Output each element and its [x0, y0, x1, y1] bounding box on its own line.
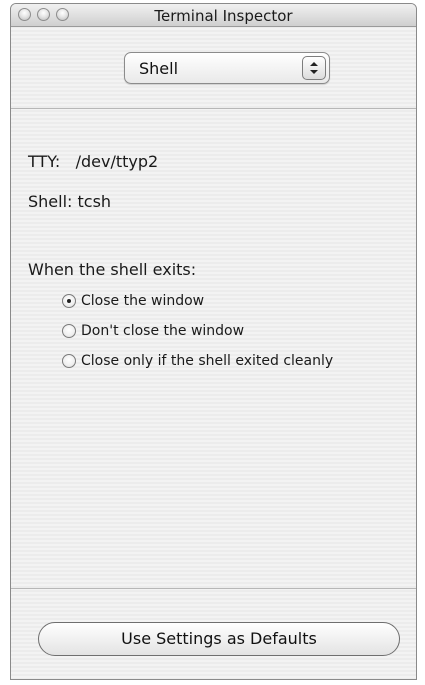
radio-button-selected[interactable] — [62, 294, 76, 308]
radio-button[interactable] — [62, 324, 76, 338]
radio-close-window[interactable]: Close the window — [62, 293, 204, 309]
title-bar: Terminal Inspector — [11, 4, 416, 27]
window-title: Terminal Inspector — [154, 7, 293, 25]
shell-row: Shell: tcsh — [28, 192, 111, 211]
use-settings-as-defaults-button[interactable]: Use Settings as Defaults — [38, 622, 400, 656]
radio-label: Don't close the window — [81, 323, 245, 339]
tty-label: TTY: — [28, 152, 61, 171]
top-divider — [11, 108, 416, 109]
shell-label: Shell: — [28, 192, 73, 211]
popup-arrows-icon — [302, 56, 326, 80]
tty-row: TTY: /dev/ttyp2 — [28, 152, 158, 171]
inspector-pane-popup[interactable]: Shell — [124, 52, 330, 84]
radio-close-if-clean[interactable]: Close only if the shell exited cleanly — [62, 353, 333, 369]
radio-label: Close the window — [81, 293, 205, 309]
bottom-divider — [11, 588, 416, 589]
radio-dont-close-window[interactable]: Don't close the window — [62, 323, 244, 339]
radio-label: Close only if the shell exited cleanly — [81, 353, 334, 369]
tty-value: /dev/ttyp2 — [75, 152, 159, 171]
inspector-window: Terminal Inspector Shell TTY: /dev/ttyp2… — [10, 3, 417, 680]
shell-value: tcsh — [77, 192, 112, 211]
popup-selected-label: Shell — [139, 59, 179, 78]
exit-heading: When the shell exits: — [28, 260, 197, 279]
radio-button[interactable] — [62, 354, 76, 368]
